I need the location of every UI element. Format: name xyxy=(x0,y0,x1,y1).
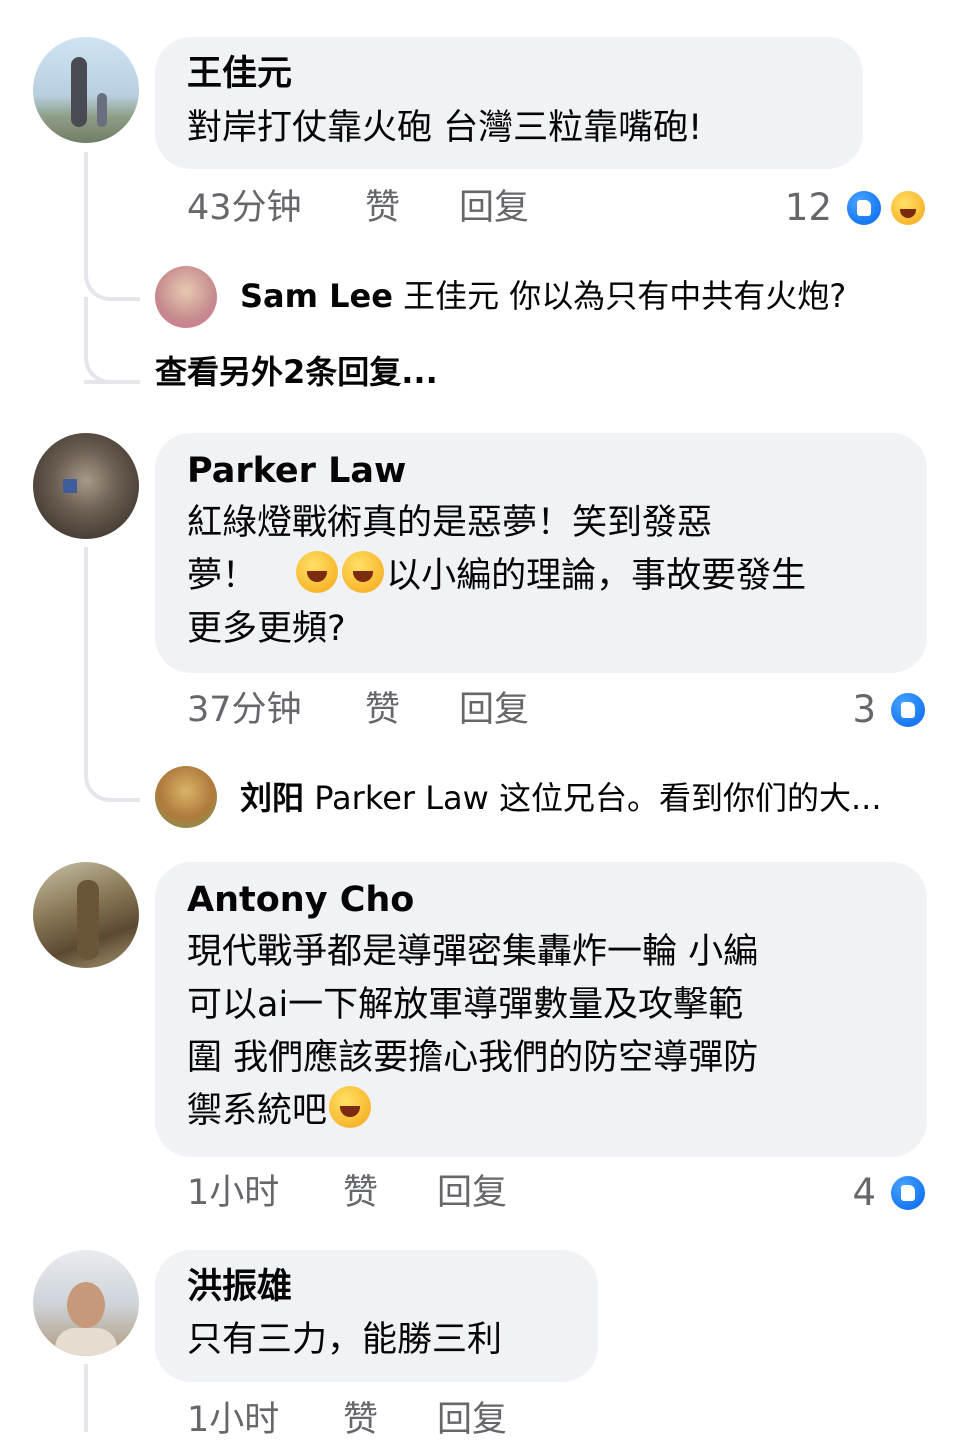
reply-preview[interactable]: Sam Lee 王佳元 你以為只有中共有火炮? xyxy=(240,268,846,324)
thread-line xyxy=(84,547,88,757)
reply-button[interactable]: 回复 xyxy=(459,688,529,732)
avatar[interactable] xyxy=(155,766,217,828)
comment-text-part: 夢！ xyxy=(187,556,258,596)
reply-author[interactable]: Sam Lee xyxy=(240,277,393,315)
thread-connector xyxy=(84,152,140,301)
reply-author[interactable]: 刘阳 xyxy=(240,779,304,817)
reply-button[interactable]: 回复 xyxy=(459,186,529,230)
thread-connector xyxy=(84,330,140,384)
reply-text: 王佳元 你以為只有中共有火炮? xyxy=(403,277,847,315)
laughing-emoji-icon xyxy=(342,551,385,593)
avatar[interactable] xyxy=(155,266,217,328)
avatar-face xyxy=(67,1282,105,1328)
comment-timestamp[interactable]: 1小时 xyxy=(187,1398,279,1442)
comment-text-line: 現代戰爭都是導彈密集轟炸一輪 小編 xyxy=(187,932,759,972)
reaction-count[interactable]: 12 xyxy=(770,186,832,230)
like-button[interactable]: 赞 xyxy=(365,688,400,732)
avatar-square xyxy=(63,479,77,493)
comment-author[interactable]: 王佳元 xyxy=(187,52,292,96)
comment-text: 對岸打仗靠火砲 台灣三粒靠嘴砲! xyxy=(187,108,703,148)
laughing-emoji-icon xyxy=(329,1086,372,1128)
avatar-tree xyxy=(77,880,99,960)
reply-text: Parker Law 这位兄台。看到你们的大... xyxy=(314,779,882,817)
like-icon[interactable] xyxy=(888,690,928,730)
reply-button[interactable]: 回复 xyxy=(437,1398,507,1442)
avatar[interactable] xyxy=(33,37,139,143)
reaction-count[interactable]: 3 xyxy=(830,688,876,732)
comment-text-part: 禦系統吧 xyxy=(187,1091,328,1131)
comment-text-line: 夢！ 以小編的理論，事故要發生 xyxy=(187,550,806,603)
view-more-replies[interactable]: 查看另外2条回复... xyxy=(155,350,438,394)
avatar-figure-small xyxy=(97,93,107,127)
like-button[interactable]: 赞 xyxy=(343,1398,378,1442)
comment-text-line: 紅綠燈戰術真的是惡夢！笑到發惡 xyxy=(187,503,713,543)
like-icon[interactable] xyxy=(888,1173,928,1213)
thread-connector xyxy=(84,740,140,802)
avatar[interactable] xyxy=(33,862,139,968)
avatar[interactable] xyxy=(33,1250,139,1356)
comment-text-part: 以小編的理論，事故要發生 xyxy=(386,556,807,596)
thread-line xyxy=(84,1364,88,1432)
comment-text-line: 圍 我們應該要擔心我們的防空導彈防 xyxy=(187,1038,759,1078)
like-icon[interactable] xyxy=(844,188,884,228)
comment-author[interactable]: Parker Law xyxy=(187,449,406,493)
reply-preview[interactable]: 刘阳 Parker Law 这位兄台。看到你们的大... xyxy=(240,770,882,826)
avatar-shirt xyxy=(55,1328,117,1356)
haha-icon[interactable] xyxy=(888,188,928,228)
comment-text: 只有三力，能勝三利 xyxy=(187,1320,503,1360)
comment-timestamp[interactable]: 1小时 xyxy=(187,1171,279,1215)
like-button[interactable]: 赞 xyxy=(365,186,400,230)
comment-author[interactable]: Antony Cho xyxy=(187,878,414,922)
avatar[interactable] xyxy=(33,433,139,539)
comment-text-line: 禦系統吧 xyxy=(187,1085,373,1138)
avatar-figure xyxy=(71,57,87,127)
reply-button[interactable]: 回复 xyxy=(437,1171,507,1215)
comment-timestamp[interactable]: 37分钟 xyxy=(187,688,302,732)
comment-text-line: 可以ai一下解放軍導彈數量及攻擊範 xyxy=(187,985,744,1025)
comment-timestamp[interactable]: 43分钟 xyxy=(187,186,302,230)
comment-author[interactable]: 洪振雄 xyxy=(187,1265,292,1309)
laughing-emoji-icon xyxy=(296,551,339,593)
comment-text-line: 更多更頻? xyxy=(187,609,346,649)
reaction-count[interactable]: 4 xyxy=(830,1171,876,1215)
like-button[interactable]: 赞 xyxy=(343,1171,378,1215)
